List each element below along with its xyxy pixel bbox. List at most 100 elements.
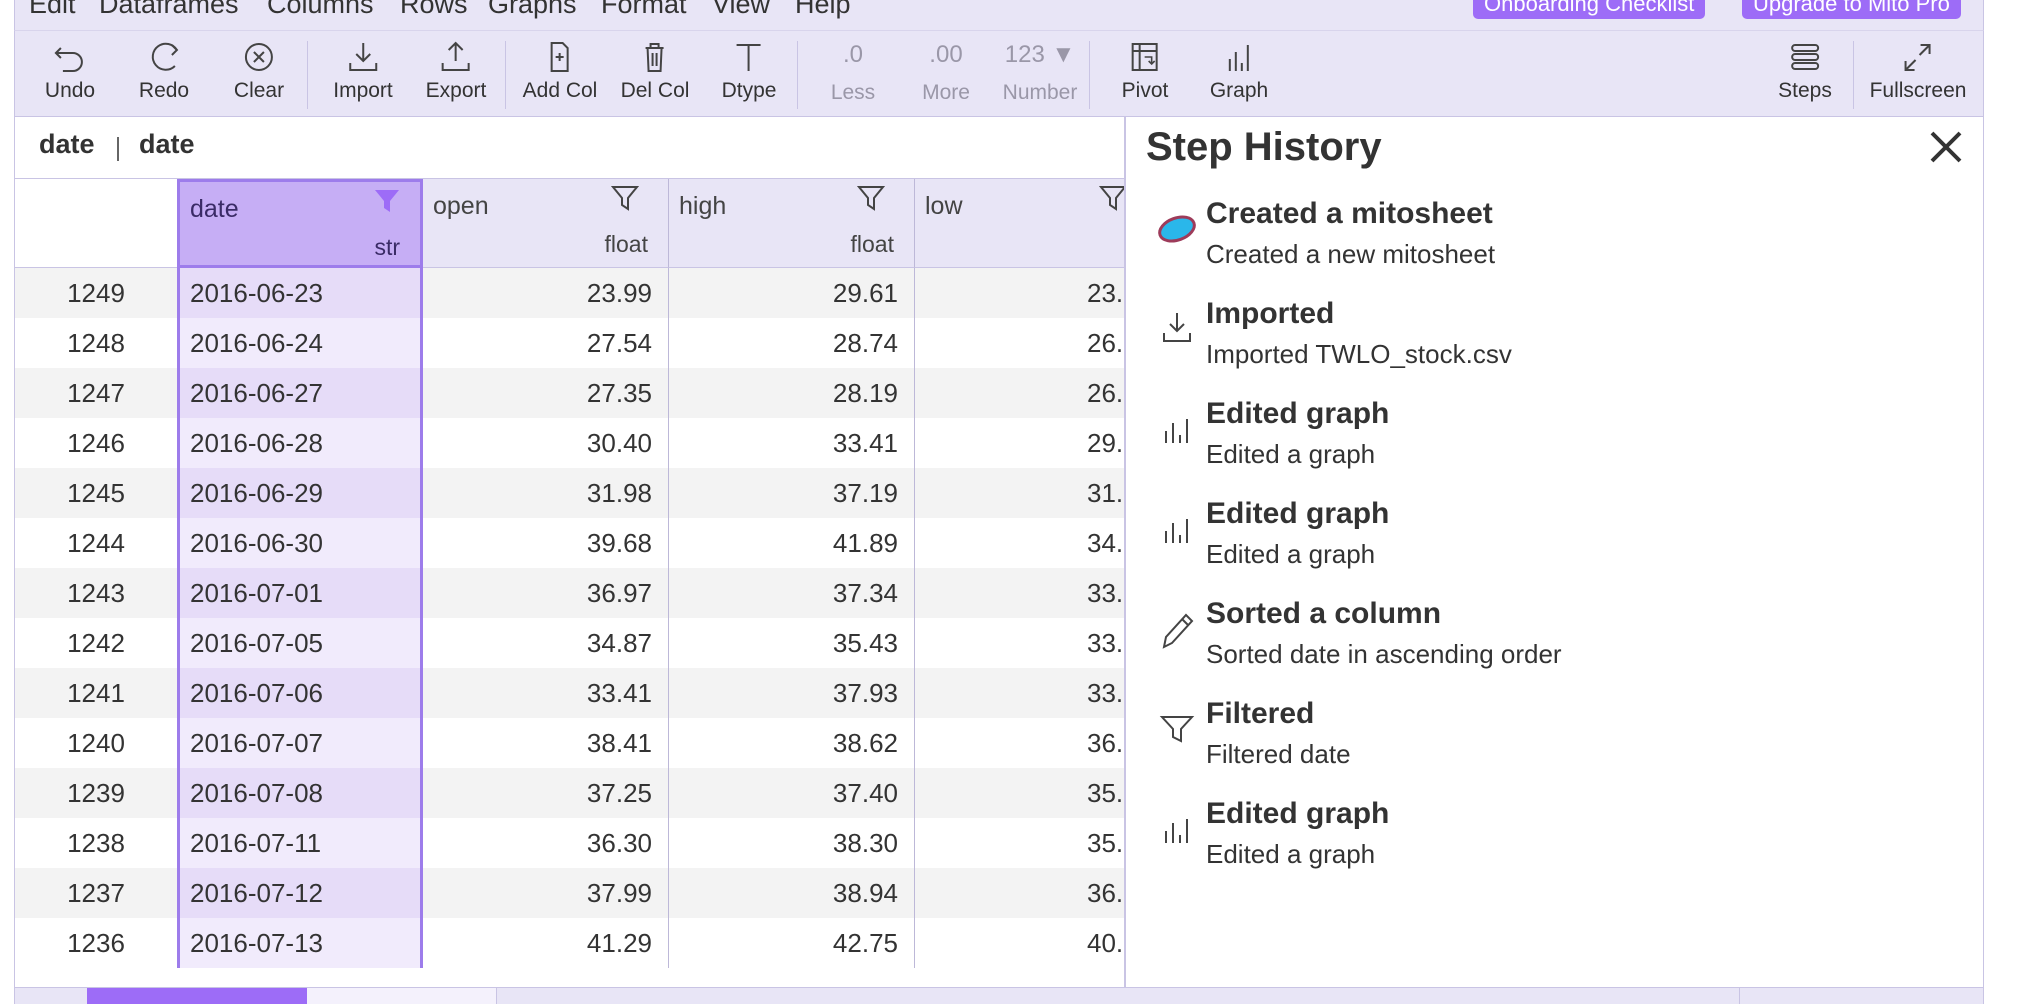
cell-high[interactable]: 37.93	[669, 668, 915, 718]
cell-date[interactable]: 2016-06-30	[177, 518, 423, 568]
cell-date[interactable]: 2016-06-24	[177, 318, 423, 368]
cell-open[interactable]: 39.68	[423, 518, 669, 568]
cell-high[interactable]: 33.41	[669, 418, 915, 468]
pivot-button[interactable]: Pivot	[1122, 31, 1168, 117]
column-header-date[interactable]: date str	[177, 179, 423, 268]
cell-low[interactable]: 29.	[915, 418, 1124, 468]
cell-date[interactable]: 2016-07-05	[177, 618, 423, 668]
column-header-high[interactable]: high float	[669, 179, 915, 268]
menu-edit[interactable]: Edit	[29, 0, 76, 20]
cell-low[interactable]: 36.	[915, 868, 1124, 918]
import-button[interactable]: Import	[333, 31, 393, 117]
add-col-button[interactable]: Add Col	[523, 31, 597, 117]
onboarding-checklist-button[interactable]: Onboarding Checklist	[1473, 0, 1706, 19]
graph-button[interactable]: Graph	[1210, 31, 1268, 117]
cell-high[interactable]: 28.74	[669, 318, 915, 368]
cell-date[interactable]: 2016-07-11	[177, 818, 423, 868]
cell-high[interactable]: 38.94	[669, 868, 915, 918]
menu-help[interactable]: Help	[795, 0, 851, 20]
cell-open[interactable]: 27.35	[423, 368, 669, 418]
cell-low[interactable]: 26.2	[915, 368, 1124, 418]
menu-format[interactable]: Format	[601, 0, 687, 20]
sheet-tab[interactable]	[307, 988, 497, 1004]
cell-open[interactable]: 36.97	[423, 568, 669, 618]
cell-open[interactable]: 33.41	[423, 668, 669, 718]
menu-view[interactable]: View	[712, 0, 770, 20]
cell-date[interactable]: 2016-06-28	[177, 418, 423, 468]
cell-open[interactable]: 34.87	[423, 618, 669, 668]
cell-high[interactable]: 29.61	[669, 268, 915, 318]
cell-low[interactable]: 34.	[915, 518, 1124, 568]
del-col-button[interactable]: Del Col	[621, 31, 689, 117]
formula-value[interactable]: date	[139, 129, 195, 160]
upgrade-button[interactable]: Upgrade to Mito Pro	[1742, 0, 1961, 19]
cell-high[interactable]: 28.19	[669, 368, 915, 418]
formula-bar[interactable]: date date	[15, 117, 1124, 179]
number-format-dropdown[interactable]: 123 ▼ Number	[1003, 31, 1078, 117]
menu-rows[interactable]: Rows	[400, 0, 468, 20]
cell-low[interactable]: 33.0	[915, 568, 1124, 618]
cell-date[interactable]: 2016-06-27	[177, 368, 423, 418]
cell-open[interactable]: 30.40	[423, 418, 669, 468]
cell-high[interactable]: 37.34	[669, 568, 915, 618]
cell-open[interactable]: 41.29	[423, 918, 669, 968]
cell-low[interactable]: 35.2	[915, 768, 1124, 818]
cell-open[interactable]: 37.99	[423, 868, 669, 918]
cell-low[interactable]: 33.0	[915, 618, 1124, 668]
cell-low[interactable]: 26.0	[915, 318, 1124, 368]
less-decimals-button[interactable]: .0 Less	[831, 31, 875, 117]
cell-open[interactable]: 27.54	[423, 318, 669, 368]
column-header-open[interactable]: open float	[423, 179, 669, 268]
cell-date[interactable]: 2016-07-01	[177, 568, 423, 618]
cell-low[interactable]: 36.0	[915, 718, 1124, 768]
cell-high[interactable]: 38.30	[669, 818, 915, 868]
filter-active-icon[interactable]	[372, 186, 402, 216]
filter-icon[interactable]	[856, 183, 886, 213]
cell-date[interactable]: 2016-07-07	[177, 718, 423, 768]
step-item[interactable]: Sorted a column Sorted date in ascending …	[1126, 597, 1986, 697]
cell-low[interactable]: 35.7	[915, 818, 1124, 868]
cell-low[interactable]: 31.7	[915, 468, 1124, 518]
close-icon[interactable]	[1926, 127, 1966, 167]
step-item[interactable]: Edited graph Edited a graph	[1126, 497, 1986, 597]
filter-icon[interactable]	[1098, 183, 1124, 213]
export-button[interactable]: Export	[426, 31, 486, 117]
step-item[interactable]: Edited graph Edited a graph	[1126, 797, 1986, 897]
cell-open[interactable]: 23.99	[423, 268, 669, 318]
step-item[interactable]: Imported Imported TWLO_stock.csv	[1126, 297, 1986, 397]
clear-button[interactable]: Clear	[234, 31, 284, 117]
cell-high[interactable]: 42.75	[669, 918, 915, 968]
step-item[interactable]: Created a mitosheet Created a new mitoshe…	[1126, 197, 1986, 297]
cell-high[interactable]: 37.40	[669, 768, 915, 818]
steps-button[interactable]: Steps	[1778, 31, 1832, 117]
cell-high[interactable]: 38.62	[669, 718, 915, 768]
dtype-button[interactable]: Dtype	[722, 31, 776, 117]
cell-date[interactable]: 2016-07-13	[177, 918, 423, 968]
cell-low[interactable]: 40.2	[915, 918, 1124, 968]
fullscreen-button[interactable]: Fullscreen	[1870, 31, 1966, 117]
cell-high[interactable]: 35.43	[669, 618, 915, 668]
cell-high[interactable]: 37.19	[669, 468, 915, 518]
sheet-tab-active[interactable]	[87, 988, 307, 1004]
step-item[interactable]: Edited graph Edited a graph	[1126, 397, 1986, 497]
more-decimals-button[interactable]: .00 More	[922, 31, 970, 117]
undo-button[interactable]: Undo	[45, 31, 95, 117]
cell-date[interactable]: 2016-07-12	[177, 868, 423, 918]
cell-low[interactable]: 33.2	[915, 668, 1124, 718]
filter-icon[interactable]	[610, 183, 640, 213]
redo-button[interactable]: Redo	[139, 31, 189, 117]
cell-date[interactable]: 2016-07-06	[177, 668, 423, 718]
step-item[interactable]: Filtered Filtered date	[1126, 697, 1986, 797]
cell-date[interactable]: 2016-07-08	[177, 768, 423, 818]
cell-open[interactable]: 37.25	[423, 768, 669, 818]
cell-low[interactable]: 23.0	[915, 268, 1124, 318]
menu-columns[interactable]: Columns	[267, 0, 374, 20]
menu-dataframes[interactable]: Dataframes	[99, 0, 239, 20]
cell-high[interactable]: 41.89	[669, 518, 915, 568]
cell-open[interactable]: 31.98	[423, 468, 669, 518]
menu-graphs[interactable]: Graphs	[488, 0, 577, 20]
cell-open[interactable]: 38.41	[423, 718, 669, 768]
cell-date[interactable]: 2016-06-23	[177, 268, 423, 318]
cell-open[interactable]: 36.30	[423, 818, 669, 868]
column-header-low[interactable]: low float	[915, 179, 1124, 268]
